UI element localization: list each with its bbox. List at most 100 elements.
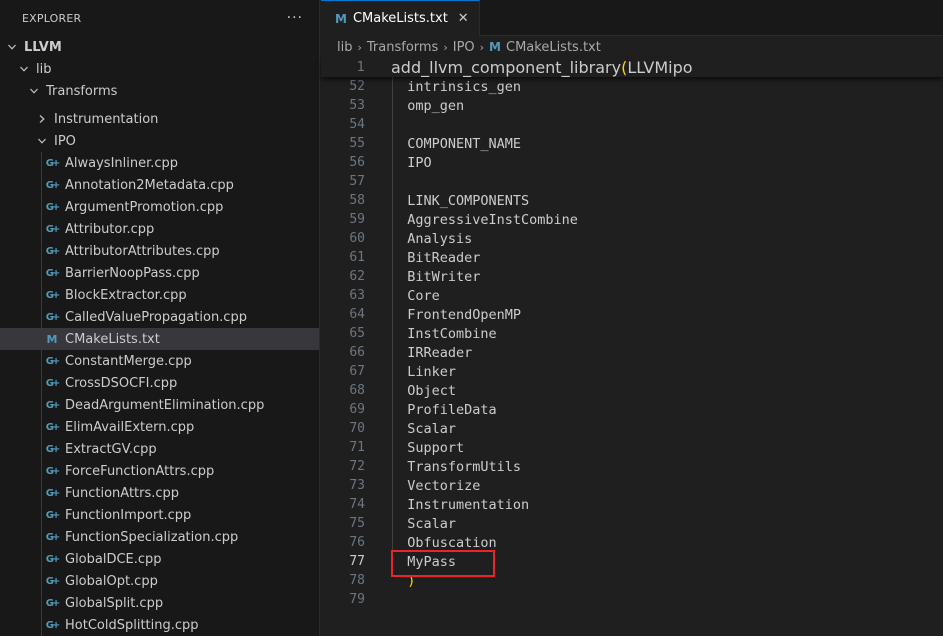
file-item[interactable]: G+ ElimAvailExtern.cpp — [0, 416, 319, 438]
file-item[interactable]: M CMakeLists.txt — [0, 328, 319, 350]
file-item[interactable]: G+ FunctionSpecialization.cpp — [0, 526, 319, 548]
code-line[interactable]: 68 Object — [321, 381, 943, 400]
file-item[interactable]: G+ AttributorAttributes.cpp — [0, 240, 319, 262]
line-number: 68 — [349, 383, 365, 398]
code-line[interactable]: 60 Analysis — [321, 229, 943, 248]
breadcrumb-item-ipo[interactable]: IPO — [453, 40, 475, 55]
code-text: Core — [391, 287, 440, 304]
code-line[interactable]: 79 — [321, 590, 943, 609]
line-number: 59 — [349, 212, 365, 227]
code-text: Vectorize — [391, 477, 481, 494]
line-number: 66 — [349, 345, 365, 360]
file-item[interactable]: G+ CrossDSOCFI.cpp — [0, 372, 319, 394]
folder-lib[interactable]: lib — [0, 58, 319, 80]
file-item[interactable]: G+ GlobalOpt.cpp — [0, 570, 319, 592]
cpp-file-icon: G+ — [45, 597, 61, 609]
file-label: FunctionImport.cpp — [65, 507, 192, 523]
breadcrumb-item-file[interactable]: CMakeLists.txt — [506, 40, 601, 55]
code-line[interactable]: 57 — [321, 172, 943, 191]
code-line[interactable]: 75 Scalar — [321, 514, 943, 533]
code-line[interactable]: 52 intrinsics_gen — [321, 77, 943, 96]
more-actions-icon[interactable]: ··· — [287, 10, 303, 26]
file-item[interactable]: G+ ArgumentPromotion.cpp — [0, 196, 319, 218]
line-number: 79 — [349, 592, 365, 607]
breadcrumb-item-transforms[interactable]: Transforms — [367, 40, 438, 55]
cpp-file-icon: G+ — [45, 465, 61, 477]
indent-guide — [392, 77, 393, 571]
line-number: 69 — [349, 402, 365, 417]
folder-llvm[interactable]: LLVM — [0, 36, 319, 58]
file-item[interactable]: G+ BarrierNoopPass.cpp — [0, 262, 319, 284]
line-number: 62 — [349, 269, 365, 284]
code-line[interactable]: 73 Vectorize — [321, 476, 943, 495]
close-icon[interactable]: ✕ — [458, 11, 469, 26]
file-label: AttributorAttributes.cpp — [65, 243, 220, 259]
explorer-header: EXPLORER ··· — [0, 0, 319, 36]
code-text: intrinsics_gen — [391, 78, 522, 95]
file-item[interactable]: G+ Annotation2Metadata.cpp — [0, 174, 319, 196]
file-label: CrossDSOCFI.cpp — [65, 375, 178, 391]
code-text: BitWriter — [391, 268, 481, 285]
code-line[interactable]: 62 BitWriter — [321, 267, 943, 286]
file-item[interactable]: G+ CalledValuePropagation.cpp — [0, 306, 319, 328]
tab-label: CMakeLists.txt — [352, 11, 448, 26]
line-number: 78 — [349, 573, 365, 588]
cpp-file-icon: G+ — [45, 157, 61, 169]
file-item[interactable]: G+ AlwaysInliner.cpp — [0, 152, 319, 174]
file-item[interactable]: G+ Attributor.cpp — [0, 218, 319, 240]
file-item[interactable]: G+ GlobalDCE.cpp — [0, 548, 319, 570]
file-label: FunctionSpecialization.cpp — [65, 529, 239, 545]
code-line[interactable]: 65 InstCombine — [321, 324, 943, 343]
code-line[interactable]: 74 Instrumentation — [321, 495, 943, 514]
cpp-file-icon: G+ — [45, 421, 61, 433]
file-item[interactable]: G+ BlockExtractor.cpp — [0, 284, 319, 306]
file-item[interactable]: G+ DeadArgumentElimination.cpp — [0, 394, 319, 416]
file-item[interactable]: G+ ExtractGV.cpp — [0, 438, 319, 460]
cpp-file-icon: G+ — [45, 443, 61, 455]
breadcrumb-item-lib[interactable]: lib — [337, 40, 352, 55]
cmake-file-icon: M — [46, 332, 58, 346]
code-line[interactable]: 69 ProfileData — [321, 400, 943, 419]
file-item[interactable]: G+ FunctionAttrs.cpp — [0, 482, 319, 504]
file-item[interactable]: G+ HotColdSplitting.cpp — [0, 614, 319, 636]
file-item[interactable]: G+ ConstantMerge.cpp — [0, 350, 319, 372]
line-number: 57 — [349, 174, 365, 189]
folder-instrumentation[interactable]: Instrumentation — [0, 108, 319, 130]
code-text: Instrumentation — [391, 496, 530, 513]
folder-label: lib — [36, 61, 52, 77]
file-item[interactable]: G+ ForceFunctionAttrs.cpp — [0, 460, 319, 482]
code-line[interactable]: 61 BitReader — [321, 248, 943, 267]
tab-cmakelists[interactable]: M CMakeLists.txt ✕ — [321, 0, 480, 36]
folder-label: Transforms — [46, 83, 118, 99]
folder-transforms[interactable]: Transforms — [0, 80, 319, 102]
code-line[interactable]: 54 — [321, 115, 943, 134]
chevron-right-icon: › — [443, 40, 448, 54]
code-line[interactable]: 53 omp_gen — [321, 96, 943, 115]
file-item[interactable]: G+ FunctionImport.cpp — [0, 504, 319, 526]
folder-ipo[interactable]: IPO — [0, 130, 319, 152]
cpp-file-icon: G+ — [45, 553, 61, 565]
line-number: 54 — [349, 117, 365, 132]
code-line[interactable]: 72 TransformUtils — [321, 457, 943, 476]
code-line[interactable]: 56 IPO — [321, 153, 943, 172]
code-line[interactable]: 58 LINK_COMPONENTS — [321, 191, 943, 210]
code-line[interactable]: 59 AggressiveInstCombine — [321, 210, 943, 229]
sticky-scroll-line[interactable]: 1 add_llvm_component_library(LLVMipo — [321, 58, 943, 77]
line-number: 63 — [349, 288, 365, 303]
code-text: add_llvm_component_library(LLVMipo — [391, 58, 693, 77]
code-text: Analysis — [391, 230, 473, 247]
line-number: 60 — [349, 231, 365, 246]
code-line[interactable]: 71 Support — [321, 438, 943, 457]
code-line[interactable]: 63 Core — [321, 286, 943, 305]
code-line[interactable]: 70 Scalar — [321, 419, 943, 438]
code-text: LINK_COMPONENTS — [391, 192, 530, 209]
code-line[interactable]: 67 Linker — [321, 362, 943, 381]
code-line[interactable]: 64 FrontendOpenMP — [321, 305, 943, 324]
cpp-file-icon: G+ — [45, 267, 61, 279]
line-number: 70 — [349, 421, 365, 436]
code-text: COMPONENT_NAME — [391, 135, 522, 152]
code-line[interactable]: 66 IRReader — [321, 343, 943, 362]
file-item[interactable]: G+ GlobalSplit.cpp — [0, 592, 319, 614]
code-line[interactable]: 55 COMPONENT_NAME — [321, 134, 943, 153]
cpp-file-icon: G+ — [45, 289, 61, 301]
